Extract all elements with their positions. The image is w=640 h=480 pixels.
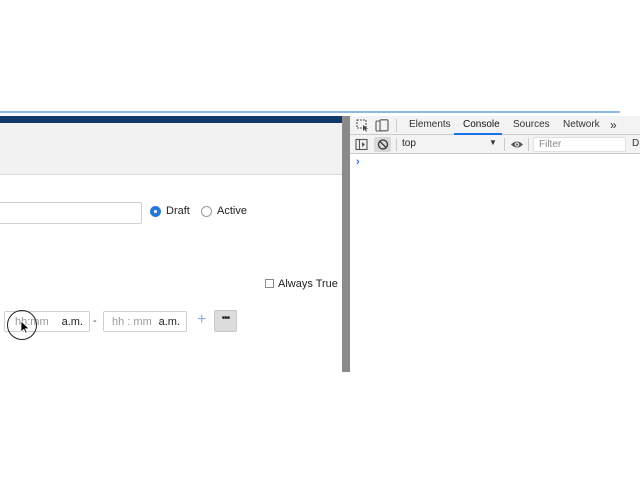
- radio-selected-icon: [150, 205, 161, 217]
- mouse-cursor-icon: [20, 320, 30, 334]
- tab-elements[interactable]: Elements: [409, 119, 451, 130]
- end-time-input[interactable]: hh : mm a.m.: [103, 311, 187, 332]
- page-top-rule: [0, 111, 620, 113]
- checkbox-icon: [265, 279, 274, 288]
- devtools-panel: Elements Console Sources Network » top ▼…: [350, 116, 640, 372]
- app-subheader: [0, 123, 342, 175]
- console-toolbar: top ▼ Filter D: [350, 135, 640, 154]
- toolbar-separator: [504, 138, 505, 151]
- devtools-tab-bar: Elements Console Sources Network »: [350, 116, 640, 135]
- context-dropdown-caret-icon[interactable]: ▼: [489, 138, 497, 147]
- log-levels-dropdown[interactable]: D: [632, 138, 639, 149]
- pane-resize-divider[interactable]: [342, 116, 350, 372]
- tab-sources[interactable]: Sources: [513, 119, 550, 130]
- tab-console[interactable]: Console: [463, 119, 500, 130]
- tab-network[interactable]: Network: [563, 119, 600, 130]
- live-expression-eye-icon[interactable]: [510, 138, 524, 151]
- start-time-ampm[interactable]: a.m.: [62, 316, 83, 328]
- clear-console-icon[interactable]: [376, 138, 390, 151]
- add-time-range-button[interactable]: +: [197, 312, 206, 328]
- radio-unselected-icon: [201, 205, 212, 217]
- inspect-element-icon[interactable]: [356, 119, 370, 132]
- always-true-label: Always True: [278, 278, 338, 290]
- console-filter-placeholder: Filter: [539, 139, 562, 150]
- device-toolbar-icon[interactable]: [375, 119, 389, 132]
- time-range-separator: -: [93, 315, 97, 327]
- status-radio-active-label: Active: [217, 205, 247, 217]
- console-filter-input[interactable]: Filter: [533, 137, 626, 152]
- name-input[interactable]: [0, 202, 142, 224]
- end-time-placeholder: hh : mm: [112, 315, 152, 328]
- toolbar-separator: [396, 138, 397, 151]
- status-radio-active[interactable]: Active: [201, 205, 247, 217]
- console-prompt-icon[interactable]: ›: [356, 156, 360, 168]
- toolbar-separator: [528, 138, 529, 151]
- status-radio-draft[interactable]: Draft: [150, 205, 190, 217]
- context-selector[interactable]: top: [402, 138, 416, 149]
- app-header-bar: [0, 116, 342, 123]
- app-pane: Draft Active Always True hh:mm a.m. - hh…: [0, 116, 342, 372]
- toolbar-separator: [396, 119, 397, 132]
- always-true-checkbox[interactable]: Always True: [265, 278, 338, 290]
- sidebar-toggle-icon[interactable]: [355, 138, 369, 151]
- end-time-ampm[interactable]: a.m.: [159, 316, 180, 328]
- status-radio-draft-label: Draft: [166, 205, 190, 217]
- more-options-button[interactable]: •••: [214, 310, 237, 332]
- more-tabs-chevron-icon[interactable]: »: [610, 118, 617, 132]
